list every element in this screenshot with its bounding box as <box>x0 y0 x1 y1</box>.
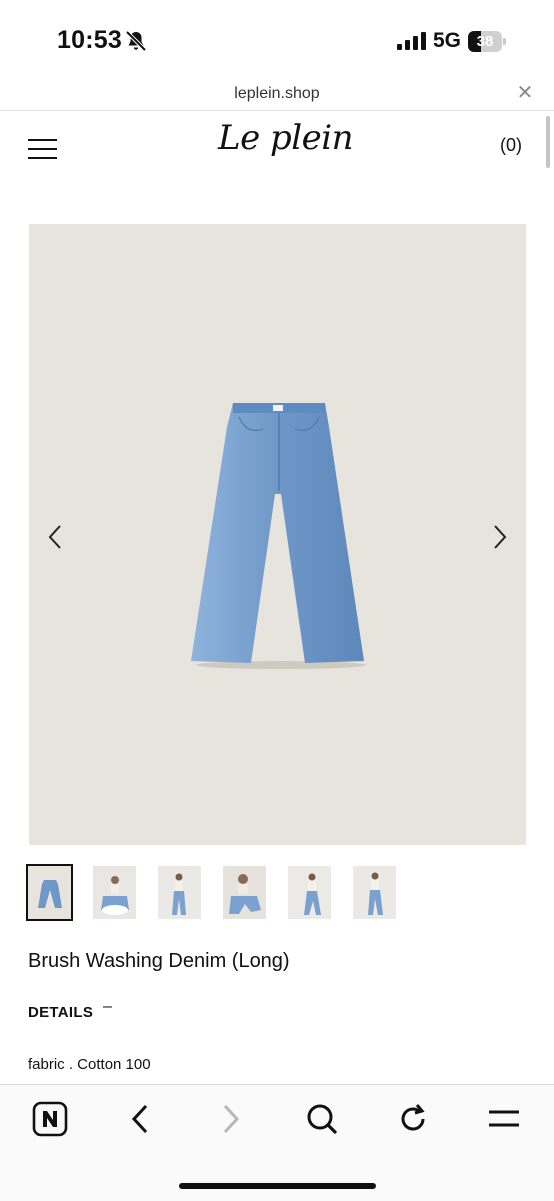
product-title: Brush Washing Denim (Long) <box>28 950 290 972</box>
battery-icon: 38 <box>468 31 506 52</box>
thumbnail-strip <box>26 864 428 921</box>
menu-icon[interactable] <box>486 1101 522 1137</box>
bell-muted-icon <box>125 30 147 52</box>
thumbnail-5[interactable] <box>288 866 331 919</box>
thumbnail-4[interactable] <box>223 866 266 919</box>
fabric-info: fabric . Cotton 100 <box>28 1056 151 1073</box>
address-bar[interactable]: leplein.shop ✕ <box>0 80 554 111</box>
details-collapse-toggle[interactable]: – <box>103 998 112 1016</box>
naver-n-icon[interactable] <box>32 1101 68 1137</box>
scrollbar[interactable] <box>546 116 550 168</box>
thumbnail-1[interactable] <box>26 864 73 921</box>
back-icon[interactable] <box>122 1101 158 1137</box>
status-time: 10:53 <box>57 26 122 54</box>
thumbnail-3[interactable] <box>158 866 201 919</box>
site-logo[interactable]: Le plein <box>218 118 354 164</box>
forward-icon[interactable] <box>213 1101 249 1137</box>
jeans-image <box>191 403 366 669</box>
search-icon[interactable] <box>304 1101 340 1137</box>
chevron-left-icon[interactable] <box>46 524 66 550</box>
status-bar: 10:53 5G 38 <box>0 0 554 80</box>
home-indicator[interactable] <box>179 1183 376 1189</box>
product-image[interactable] <box>29 224 526 845</box>
signal-icon <box>397 32 426 50</box>
browser-toolbar <box>0 1084 554 1201</box>
cart-button[interactable]: (0) <box>500 135 522 156</box>
thumbnail-2[interactable] <box>93 866 136 919</box>
network-type: 5G <box>433 29 462 52</box>
reload-icon[interactable] <box>395 1101 431 1137</box>
battery-level: 38 <box>476 33 494 50</box>
details-heading[interactable]: DETAILS <box>28 1004 93 1021</box>
close-icon[interactable]: ✕ <box>516 83 534 103</box>
url-text[interactable]: leplein.shop <box>0 85 554 103</box>
chevron-right-icon[interactable] <box>489 524 509 550</box>
thumbnail-6[interactable] <box>353 866 396 919</box>
hamburger-icon[interactable] <box>28 139 58 161</box>
